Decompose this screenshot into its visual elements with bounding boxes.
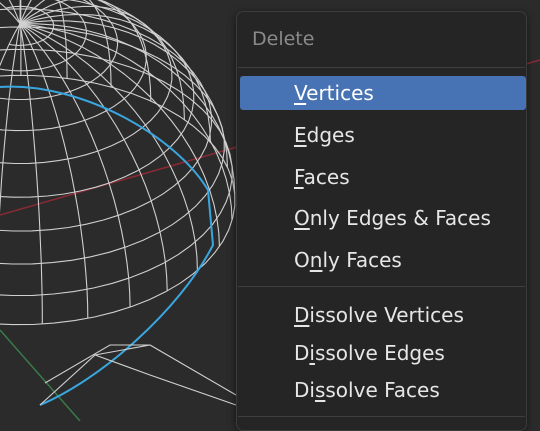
wire-line [19,23,89,319]
menu-item-dissolve-faces[interactable]: Dissolve Faces [240,373,526,407]
sphere-wireframe [0,0,236,326]
wire-line [19,13,211,143]
wire-line [0,23,21,67]
menu-separator [238,286,525,287]
menu-item-only-faces[interactable]: Only Faces [240,243,526,277]
menu-item-dissolve-vertices[interactable]: Dissolve Vertices [240,298,526,332]
menu-item-only-edges-faces[interactable]: Only Edges & Faces [240,201,526,235]
menu-item-faces[interactable]: Faces [240,160,526,194]
wire-line [19,23,168,291]
wire-line [19,0,22,76]
wire-line [19,23,233,221]
menu-item-edges[interactable]: Edges [240,118,526,152]
base-wireframe [39,344,237,406]
delete-menu: Delete Vertices Edges Faces Only Edges &… [236,11,527,431]
wire-line [19,23,236,194]
title-separator [238,67,525,68]
wire-line [0,23,21,213]
menu-item-dissolve-edges[interactable]: Dissolve Edges [240,336,526,370]
y-axis-line [0,329,81,421]
bottom-separator [238,416,525,417]
menu-title: Delete [252,28,315,50]
menu-item-vertices[interactable]: Vertices [240,76,526,110]
